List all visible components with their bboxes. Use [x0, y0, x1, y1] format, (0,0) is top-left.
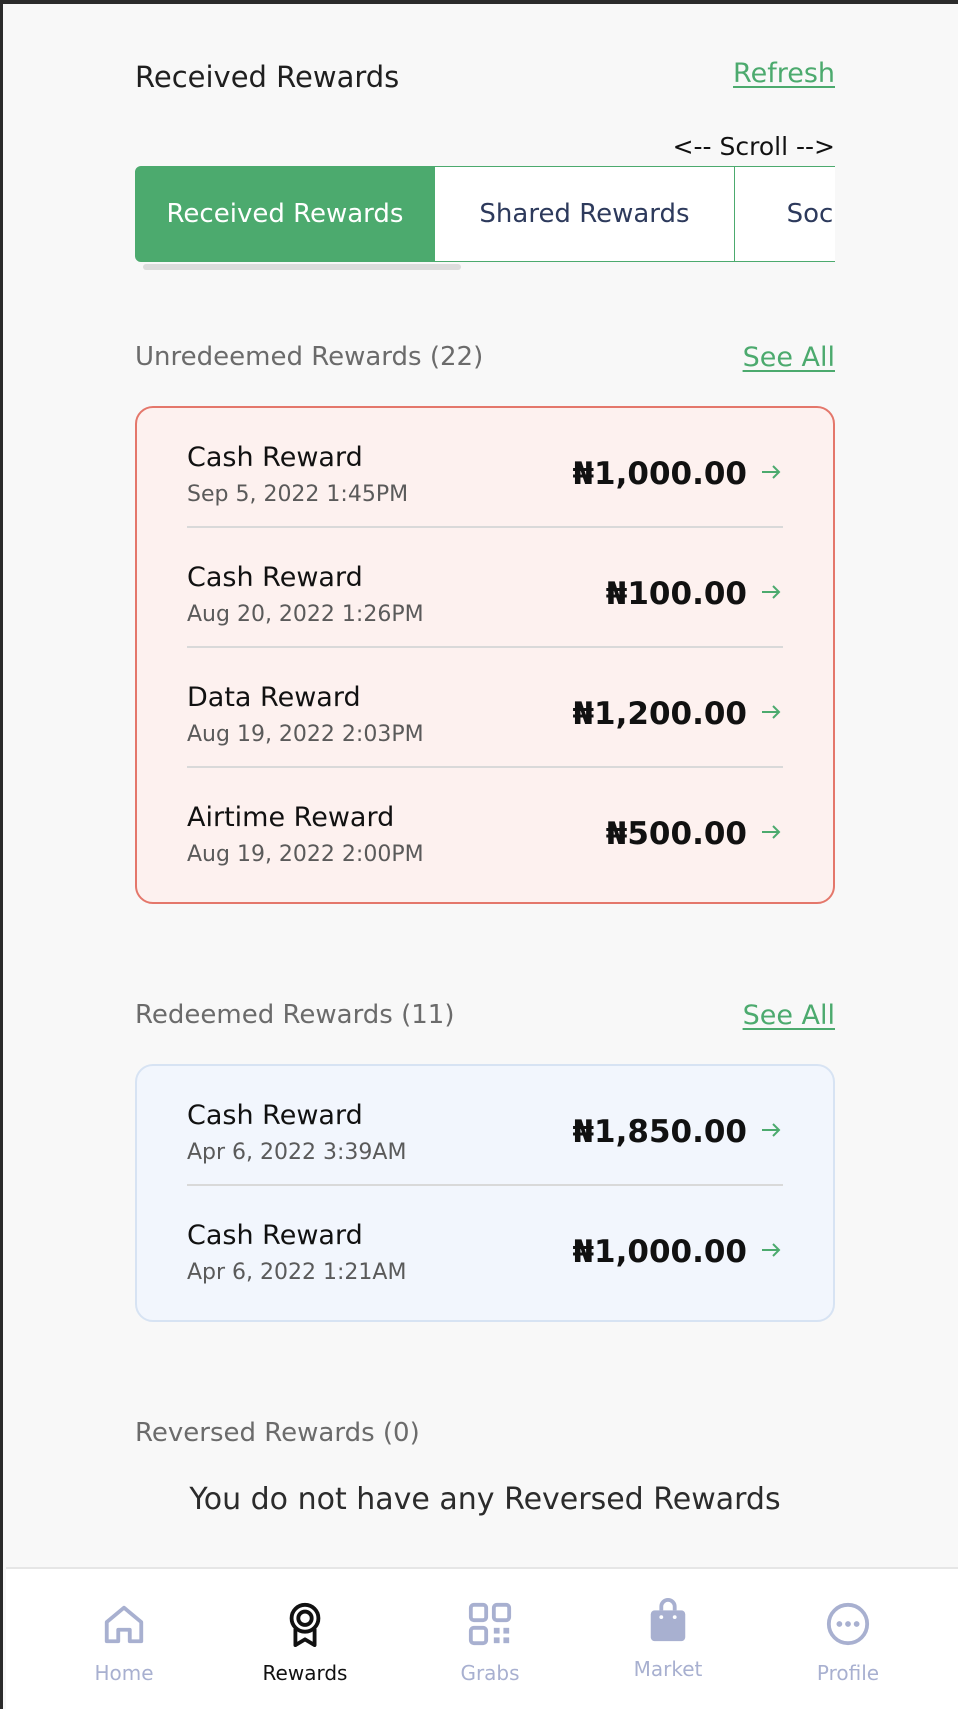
award-icon [289, 1602, 321, 1647]
nav-rewards-label: Rewards [262, 1661, 348, 1685]
nav-grabs[interactable]: Grabs [420, 1601, 560, 1685]
reward-amount: ₦1,000.00 [572, 456, 747, 492]
tab-scrollbar[interactable] [143, 264, 461, 270]
unredeemed-see-all-link[interactable]: See All [743, 342, 835, 373]
reward-row[interactable]: Cash Reward Sep 5, 2022 1:45PM ₦1,000.00 [187, 408, 783, 528]
reward-title: Airtime Reward [187, 802, 395, 833]
nav-grabs-label: Grabs [460, 1661, 520, 1685]
reward-row[interactable]: Cash Reward Aug 20, 2022 1:26PM ₦100.00 [187, 528, 783, 648]
reward-date: Sep 5, 2022 1:45PM [187, 482, 409, 507]
nav-profile-label: Profile [816, 1661, 880, 1685]
tab-received-rewards[interactable]: Received Rewards [135, 166, 435, 262]
reward-date: Aug 19, 2022 2:03PM [187, 722, 424, 747]
scroll-hint: <-- Scroll --> [672, 132, 835, 161]
qr-code-icon [468, 1602, 512, 1646]
reversed-section-header: Reversed Rewards (0) [135, 1418, 835, 1454]
reward-date: Aug 20, 2022 1:26PM [187, 602, 424, 627]
nav-home[interactable]: Home [54, 1601, 194, 1685]
bottom-nav: Home Rewards Grabs Market Profile [6, 1567, 958, 1709]
reward-title: Cash Reward [187, 1220, 363, 1251]
redeemed-see-all-link[interactable]: See All [743, 1000, 835, 1031]
reward-row[interactable]: Airtime Reward Aug 19, 2022 2:00PM ₦500.… [187, 768, 783, 888]
redeemed-section-header: Redeemed Rewards (11) See All [135, 1000, 835, 1036]
home-icon [104, 1605, 144, 1644]
reward-row[interactable]: Data Reward Aug 19, 2022 2:03PM ₦1,200.0… [187, 648, 783, 768]
nav-market[interactable]: Market [598, 1597, 738, 1681]
reward-title: Cash Reward [187, 562, 363, 593]
unredeemed-title: Unredeemed Rewards (22) [135, 342, 484, 372]
reward-amount: ₦500.00 [605, 816, 747, 852]
reward-date: Aug 19, 2022 2:00PM [187, 842, 424, 867]
reward-title: Data Reward [187, 682, 361, 713]
reward-row[interactable]: Cash Reward Apr 6, 2022 1:21AM ₦1,000.00 [187, 1186, 783, 1306]
reward-row[interactable]: Cash Reward Apr 6, 2022 3:39AM ₦1,850.00 [187, 1066, 783, 1186]
refresh-link[interactable]: Refresh [733, 58, 835, 89]
redeemed-rewards-card: Cash Reward Apr 6, 2022 3:39AM ₦1,850.00… [135, 1064, 835, 1322]
arrow-right-icon [762, 1243, 781, 1257]
more-horizontal-icon [826, 1602, 870, 1646]
redeemed-title: Redeemed Rewards (11) [135, 1000, 455, 1030]
reversed-empty-message: You do not have any Reversed Rewards [189, 1482, 781, 1517]
app-frame: Received Rewards Refresh <-- Scroll --> … [0, 0, 958, 1709]
arrow-right-icon [762, 465, 781, 479]
nav-rewards[interactable]: Rewards [235, 1601, 375, 1685]
reward-amount: ₦1,200.00 [572, 696, 747, 732]
page-title: Received Rewards [135, 60, 400, 94]
reward-title: Cash Reward [187, 1100, 363, 1131]
page-header: Received Rewards Refresh [135, 56, 835, 96]
tab-bar[interactable]: Received Rewards Shared Rewards Social R… [135, 166, 835, 270]
nav-home-label: Home [94, 1661, 154, 1685]
tab-social-rewards[interactable]: Social Rewards [735, 166, 835, 262]
nav-profile[interactable]: Profile [778, 1601, 918, 1685]
unredeemed-section-header: Unredeemed Rewards (22) See All [135, 342, 835, 378]
arrow-right-icon [762, 705, 781, 719]
reward-amount: ₦1,850.00 [572, 1114, 747, 1150]
reward-date: Apr 6, 2022 1:21AM [187, 1260, 407, 1285]
reward-amount: ₦1,000.00 [572, 1234, 747, 1270]
shopping-bag-icon [650, 1597, 686, 1642]
arrow-right-icon [762, 1123, 781, 1137]
unredeemed-rewards-card: Cash Reward Sep 5, 2022 1:45PM ₦1,000.00… [135, 406, 835, 904]
reward-title: Cash Reward [187, 442, 363, 473]
reward-amount: ₦100.00 [605, 576, 747, 612]
reward-date: Apr 6, 2022 3:39AM [187, 1140, 407, 1165]
tab-shared-rewards[interactable]: Shared Rewards [435, 166, 735, 262]
nav-market-label: Market [633, 1657, 703, 1681]
arrow-right-icon [762, 825, 781, 839]
arrow-right-icon [762, 585, 781, 599]
reversed-title: Reversed Rewards (0) [135, 1418, 420, 1448]
